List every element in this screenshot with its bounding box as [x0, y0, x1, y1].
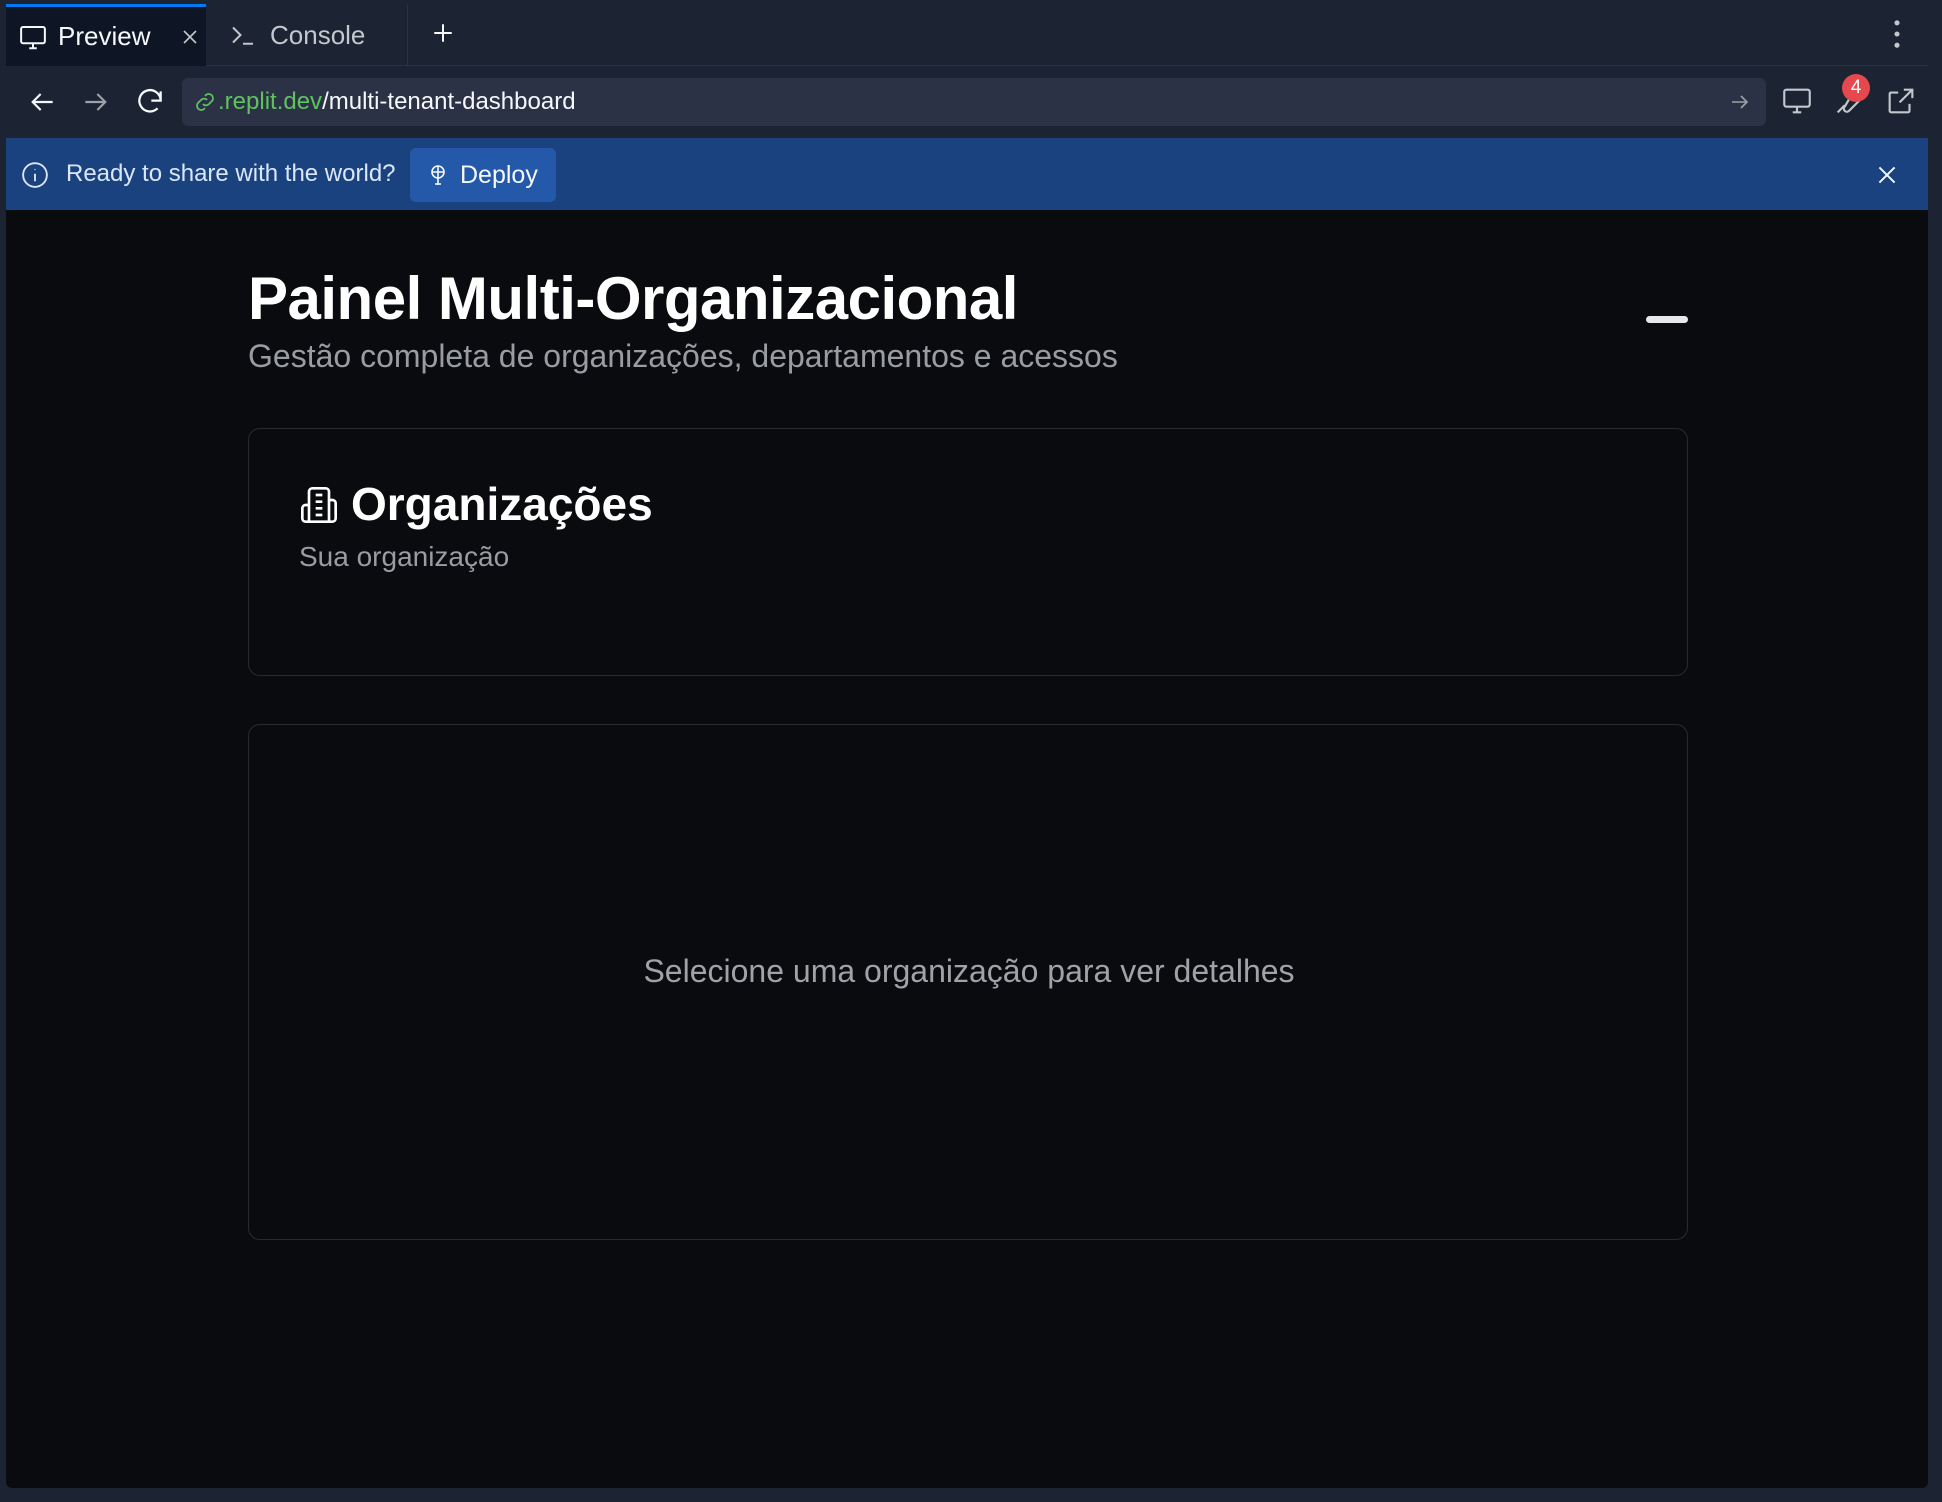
device-screen-icon[interactable] — [1780, 84, 1814, 118]
deploy-button[interactable]: Deploy — [410, 148, 556, 202]
go-arrow-icon[interactable] — [1728, 90, 1752, 114]
page-title: Painel Multi-Organizacional — [248, 265, 1018, 332]
link-icon — [192, 89, 218, 115]
open-external-icon[interactable] — [1884, 84, 1918, 118]
organizations-description: Sua organização — [299, 541, 510, 572]
terminal-icon — [228, 20, 258, 50]
forward-arrow-icon[interactable] — [80, 86, 112, 118]
empty-state-message: Selecione uma organização para ver detal… — [643, 953, 1295, 989]
reload-icon[interactable] — [134, 86, 166, 118]
info-icon — [20, 160, 50, 190]
devtools-badge: 4 — [1842, 74, 1870, 102]
monitor-icon — [18, 22, 48, 52]
url-host: .replit.dev — [218, 88, 323, 115]
url-field[interactable]: .replit.dev/multi-tenant-dashboard — [182, 78, 1766, 126]
tab-preview[interactable]: Preview — [6, 4, 206, 66]
page-subtitle: Gestão completa de organizações, departa… — [248, 338, 1118, 374]
organizations-title: Organizações — [351, 478, 653, 530]
banner-message: Ready to share with the world? — [66, 160, 396, 187]
back-arrow-icon[interactable] — [26, 86, 58, 118]
organizations-card: Organizações Sua organização — [248, 428, 1688, 676]
url-path: /multi-tenant-dashboard — [322, 88, 576, 115]
deploy-label: Deploy — [460, 160, 538, 189]
tab-bar: Preview Console — [6, 0, 1928, 66]
browser-window: Preview Console .replit.dev /multi-tenan… — [6, 0, 1928, 1488]
close-banner-icon[interactable] — [1874, 162, 1900, 188]
minimize-toggle[interactable] — [1646, 316, 1688, 323]
tab-console[interactable]: Console — [212, 4, 408, 66]
organization-details-card: Selecione uma organização para ver detal… — [248, 724, 1688, 1240]
close-tab-icon[interactable] — [178, 25, 202, 49]
building-icon — [299, 485, 339, 525]
address-bar: .replit.dev/multi-tenant-dashboard — [6, 66, 1928, 138]
tab-console-label: Console — [270, 19, 366, 50]
plus-icon[interactable] — [428, 18, 458, 48]
more-vertical-icon[interactable] — [1892, 18, 1902, 50]
deploy-icon — [426, 162, 450, 188]
tab-preview-label: Preview — [58, 21, 151, 51]
deploy-banner: Ready to share with the world? Deploy — [6, 138, 1928, 210]
